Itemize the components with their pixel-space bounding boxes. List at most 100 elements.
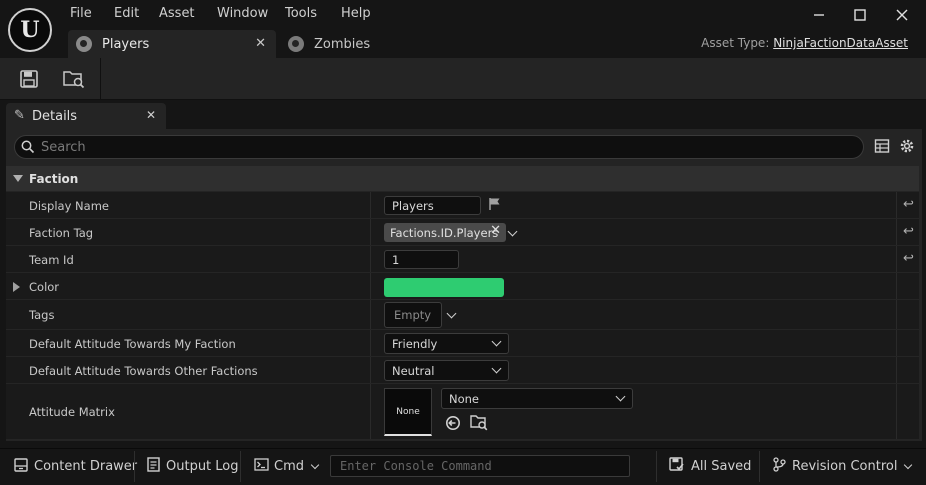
reset-to-default-icon[interactable]: ↩: [903, 224, 914, 239]
revision-control-button[interactable]: Revision Control: [773, 451, 913, 482]
all-saved-button[interactable]: All Saved: [669, 451, 751, 482]
tag-label: Factions.ID.Players: [390, 225, 499, 240]
property-row-tags: Tags Empty: [6, 300, 919, 330]
save-icon[interactable]: [15, 66, 43, 92]
browse-asset-icon[interactable]: [60, 66, 88, 92]
property-label: Team Id: [29, 253, 74, 267]
asset-type-info: Asset Type: NinjaFactionDataAsset: [701, 36, 908, 50]
menu-file[interactable]: File: [70, 6, 92, 21]
asset-type-link[interactable]: NinjaFactionDataAsset: [773, 36, 908, 50]
reset-to-default-icon[interactable]: ↩: [903, 251, 914, 266]
reset-to-default-icon[interactable]: ↩: [903, 197, 914, 212]
close-window-icon[interactable]: [887, 4, 917, 26]
expand-arrow-icon[interactable]: [13, 282, 20, 292]
remove-tag-icon[interactable]: ✕: [490, 223, 501, 238]
unreal-logo-icon[interactable]: U: [8, 8, 52, 52]
property-label: Default Attitude Towards Other Factions: [29, 364, 258, 378]
chevron-down-icon: [491, 336, 502, 346]
property-row-attitude-matrix: Attitude Matrix None None: [6, 384, 919, 440]
menu-edit[interactable]: Edit: [114, 6, 139, 21]
use-selected-asset-icon[interactable]: [445, 415, 461, 434]
menu-tools[interactable]: Tools: [285, 6, 317, 21]
team-id-field[interactable]: 1: [384, 250, 459, 269]
category-faction[interactable]: Faction: [6, 166, 919, 191]
search-placeholder: Search: [41, 139, 86, 155]
property-label: Attitude Matrix: [29, 405, 115, 419]
property-label: Default Attitude Towards My Faction: [29, 337, 236, 351]
property-row-faction-tag: Faction Tag Factions.ID.Players ✕ ↩: [6, 219, 919, 246]
asset-thumbnail[interactable]: None: [384, 388, 432, 436]
revision-control-label: Revision Control: [792, 459, 898, 474]
menu-help[interactable]: Help: [341, 6, 371, 21]
chevron-down-icon: [491, 363, 502, 373]
output-log-icon: [147, 457, 160, 476]
table-view-icon[interactable]: [874, 138, 890, 157]
property-label: Tags: [29, 308, 55, 322]
attitude-other-factions-dropdown[interactable]: Neutral: [384, 360, 509, 381]
tab-label: Players: [102, 36, 150, 52]
toolbar-divider: [100, 58, 101, 100]
cmd-selector[interactable]: Cmd: [254, 451, 320, 482]
menu-window[interactable]: Window: [217, 6, 268, 21]
category-label: Faction: [29, 171, 79, 186]
tags-container-field[interactable]: Empty: [384, 302, 442, 328]
close-tab-icon[interactable]: ✕: [255, 36, 266, 51]
gear-icon[interactable]: [898, 137, 916, 158]
console-command-input[interactable]: Enter Console Command: [330, 455, 630, 477]
attitude-my-faction-dropdown[interactable]: Friendly: [384, 333, 509, 354]
chevron-down-icon[interactable]: [446, 308, 457, 319]
localization-flag-icon[interactable]: [488, 197, 502, 214]
property-label: Display Name: [29, 199, 109, 213]
data-asset-icon: [288, 36, 304, 52]
content-drawer-label: Content Drawer: [34, 459, 138, 474]
expand-arrow-icon[interactable]: [13, 175, 23, 182]
all-saved-label: All Saved: [691, 459, 752, 474]
chevron-down-icon: [615, 391, 626, 401]
thumbnail-label: None: [396, 406, 420, 417]
data-asset-icon: [76, 36, 92, 52]
status-divider: [134, 451, 135, 482]
property-row-color: Color: [6, 273, 919, 300]
branch-icon: [773, 457, 786, 476]
gameplay-tag-chip[interactable]: Factions.ID.Players ✕: [384, 223, 506, 242]
chevron-down-icon[interactable]: [507, 226, 518, 237]
details-tab[interactable]: ✎ Details ✕: [6, 103, 166, 129]
browse-asset-icon[interactable]: [470, 414, 488, 434]
search-icon: [21, 140, 35, 158]
console-icon: [254, 458, 269, 475]
property-row-attitude-my-faction: Default Attitude Towards My Faction Frie…: [6, 330, 919, 357]
pencil-icon: ✎: [14, 108, 25, 123]
chevron-down-icon: [310, 460, 320, 469]
search-input[interactable]: Search: [14, 135, 864, 159]
output-log-button[interactable]: Output Log: [147, 451, 239, 482]
property-row-team-id: Team Id 1 ↩: [6, 246, 919, 273]
display-name-field[interactable]: Players: [384, 196, 481, 215]
tab-label: Zombies: [314, 36, 371, 52]
content-drawer-button[interactable]: Content Drawer: [14, 451, 137, 482]
minimize-icon[interactable]: [804, 4, 834, 26]
status-divider: [656, 451, 657, 482]
property-label: Faction Tag: [29, 226, 94, 240]
status-divider: [759, 451, 760, 482]
output-log-label: Output Log: [166, 459, 239, 474]
property-row-display-name: Display Name Players ↩: [6, 192, 919, 219]
chevron-down-icon: [904, 460, 913, 469]
menu-asset[interactable]: Asset: [159, 6, 195, 21]
selected-value: Neutral: [392, 363, 435, 378]
maximize-icon[interactable]: [845, 4, 875, 26]
property-row-attitude-other-factions: Default Attitude Towards Other Factions …: [6, 357, 919, 384]
toolbar: [0, 58, 926, 100]
tab-zombies[interactable]: Zombies: [280, 30, 390, 58]
save-all-icon: [669, 457, 685, 476]
tab-players[interactable]: Players ✕: [68, 30, 276, 58]
selected-value: Friendly: [392, 336, 438, 351]
close-details-icon[interactable]: ✕: [146, 108, 156, 122]
status-divider: [240, 451, 241, 482]
attitude-matrix-asset-picker[interactable]: None: [441, 388, 633, 409]
color-swatch[interactable]: [384, 278, 504, 297]
selected-value: None: [449, 391, 480, 406]
property-label: Color: [29, 280, 60, 294]
details-tab-label: Details: [32, 108, 78, 124]
asset-type-label: Asset Type:: [701, 36, 770, 50]
content-drawer-icon: [14, 457, 28, 476]
